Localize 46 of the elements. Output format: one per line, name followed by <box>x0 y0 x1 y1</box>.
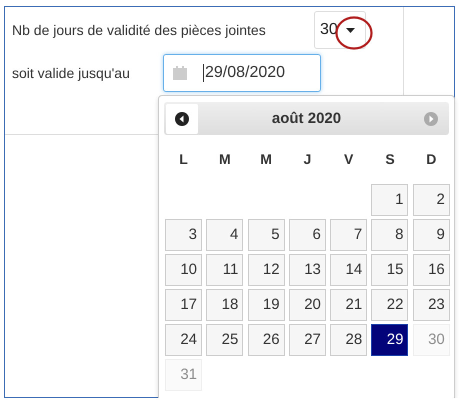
day-cell[interactable]: 29 <box>371 324 408 356</box>
day-cell[interactable]: 27 <box>288 324 326 356</box>
field-label: soit valide jusqu'au <box>12 65 131 81</box>
day-cell[interactable]: 26 <box>248 324 285 356</box>
day-cell[interactable]: 28 <box>330 324 368 356</box>
caret-icon <box>346 28 355 32</box>
next-icon <box>424 112 438 126</box>
day-cell[interactable]: 5 <box>248 219 285 251</box>
date-value: 29/08/2020 <box>203 64 286 82</box>
day-cell[interactable]: 19 <box>248 289 285 321</box>
previous-button[interactable] <box>166 104 198 134</box>
day-cell[interactable]: 21 <box>330 289 368 321</box>
day-cell[interactable]: 3 <box>165 219 202 251</box>
weekday-label: J <box>302 150 312 169</box>
field-label: Nb de jours de validité des pièces jointes <box>12 22 267 38</box>
weekday-label: L <box>178 150 189 169</box>
month-title: août 2020 <box>272 110 342 127</box>
day-cell[interactable]: 15 <box>371 254 408 286</box>
previous-icon <box>175 112 189 126</box>
day-cell[interactable]: 24 <box>165 324 202 356</box>
day-cell[interactable]: 18 <box>206 289 244 321</box>
day-cell[interactable]: 13 <box>288 254 326 286</box>
day-cell[interactable]: 22 <box>371 289 408 321</box>
weekday-label: S <box>384 150 396 169</box>
weekday-label: D <box>425 150 438 169</box>
day-cell[interactable]: 16 <box>412 254 450 286</box>
day-cell[interactable]: 20 <box>288 289 326 321</box>
day-cell[interactable]: 25 <box>206 324 244 356</box>
day-cell[interactable]: 23 <box>412 289 450 321</box>
day-cell[interactable]: 10 <box>165 254 202 286</box>
weekday-label: M <box>259 150 273 169</box>
day-cell[interactable]: 4 <box>206 219 244 251</box>
day-cell[interactable]: 9 <box>412 219 450 251</box>
day-cell[interactable]: 6 <box>288 219 326 251</box>
day-cell[interactable]: 2 <box>412 184 450 216</box>
weekday-label: V <box>343 150 354 169</box>
day-cell[interactable]: 8 <box>371 219 408 251</box>
day-cell[interactable]: 1 <box>371 184 408 216</box>
day-cell[interactable]: 7 <box>330 219 368 251</box>
date-field[interactable]: 29/08/2020 <box>163 54 321 92</box>
day-cell[interactable]: 12 <box>248 254 285 286</box>
weekday-label: M <box>218 150 232 169</box>
calendar-icon <box>173 66 187 80</box>
day-cell[interactable]: 17 <box>165 289 202 321</box>
day-cell[interactable]: 11 <box>206 254 244 286</box>
day-cell[interactable]: 14 <box>330 254 368 286</box>
